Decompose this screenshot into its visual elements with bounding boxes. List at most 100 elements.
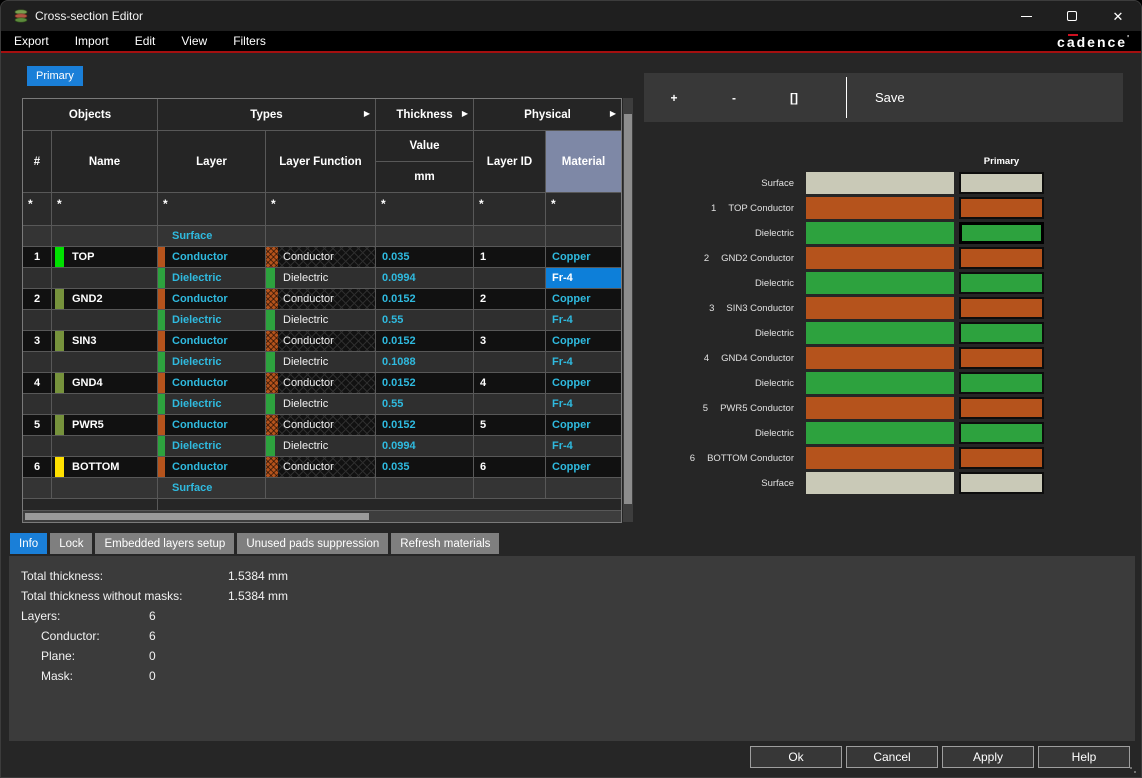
stack-bar-wide-conductor[interactable] (806, 347, 954, 369)
close-button[interactable]: ✕ (1095, 1, 1141, 31)
cell-layer[interactable]: Conductor (158, 247, 266, 267)
apply-button[interactable]: Apply (942, 746, 1034, 768)
window-resize-grip[interactable] (1130, 767, 1138, 775)
horizontal-scrollbar-thumb[interactable] (25, 513, 369, 520)
tab-lock[interactable]: Lock (50, 533, 92, 554)
column-header-num[interactable]: # (23, 131, 52, 192)
cell-thickness-value[interactable]: 0.035 (376, 247, 474, 267)
save-button[interactable]: Save (847, 90, 907, 105)
cell-material[interactable]: Copper (546, 373, 621, 393)
cell-name[interactable] (52, 352, 158, 372)
cell-layer-id[interactable] (474, 436, 546, 456)
cell-layer[interactable]: Conductor (158, 331, 266, 351)
cell-row-number[interactable] (23, 268, 52, 288)
cell-row-number[interactable]: 5 (23, 415, 52, 435)
stack-bar-wide-dielectric[interactable] (806, 322, 954, 344)
cell-material[interactable]: Copper (546, 289, 621, 309)
cell-layer-function[interactable] (266, 478, 376, 498)
cell-name[interactable]: GND2 (52, 289, 158, 309)
cell-layer-function[interactable]: Dielectric (266, 310, 376, 330)
column-header-layer-id[interactable]: Layer ID (474, 131, 546, 192)
cell-layer-function[interactable]: Dielectric (266, 352, 376, 372)
stack-bar-primary-conductor[interactable] (959, 247, 1044, 269)
cell-row-number[interactable] (23, 394, 52, 414)
cell-layer-id[interactable]: 5 (474, 415, 546, 435)
tab-unused-pads-suppression[interactable]: Unused pads suppression (237, 533, 388, 554)
cell-name[interactable]: SIN3 (52, 331, 158, 351)
stack-bar-wide-dielectric[interactable] (806, 272, 954, 294)
ok-button[interactable]: Ok (750, 746, 842, 768)
vertical-scrollbar[interactable] (623, 98, 633, 522)
cell-layer-id[interactable] (474, 478, 546, 498)
select-range-button[interactable]: [] (764, 91, 824, 105)
cell-layer-id[interactable] (474, 268, 546, 288)
cell-layer[interactable]: Conductor (158, 415, 266, 435)
stack-bar-wide-surface[interactable] (806, 172, 954, 194)
stack-bar-wide-surface[interactable] (806, 472, 954, 494)
cell-row-number[interactable]: 3 (23, 331, 52, 351)
cell-layer-id[interactable] (474, 352, 546, 372)
cell-material[interactable]: Fr-4 (546, 436, 621, 456)
cell-name[interactable]: TOP (52, 247, 158, 267)
stack-bar-primary-conductor[interactable] (959, 297, 1044, 319)
cell-row-number[interactable]: 2 (23, 289, 52, 309)
cell-row-number[interactable]: 4 (23, 373, 52, 393)
stack-bar-wide-dielectric[interactable] (806, 422, 954, 444)
cell-layer-function[interactable]: Dielectric (266, 268, 376, 288)
cell-thickness-value[interactable]: 0.0152 (376, 289, 474, 309)
add-layer-button[interactable]: + (644, 91, 704, 105)
cell-thickness-value[interactable]: 0.035 (376, 457, 474, 477)
cell-layer-id[interactable]: 6 (474, 457, 546, 477)
horizontal-scrollbar[interactable] (23, 511, 621, 522)
menu-import[interactable]: Import (62, 34, 122, 48)
stack-bar-wide-dielectric[interactable] (806, 222, 954, 244)
stack-bar-primary-conductor[interactable] (959, 197, 1044, 219)
cell-material[interactable]: Copper (546, 247, 621, 267)
cell-layer[interactable]: Dielectric (158, 352, 266, 372)
cell-layer-function[interactable]: Conductor (266, 457, 376, 477)
vertical-scrollbar-thumb[interactable] (624, 114, 632, 504)
cell-name[interactable] (52, 394, 158, 414)
cell-row-number[interactable] (23, 478, 52, 498)
expand-arrow-icon[interactable]: ▶ (462, 109, 468, 118)
cell-row-number[interactable] (23, 226, 52, 246)
filter-input-value[interactable]: * (376, 193, 474, 225)
cell-thickness-value[interactable]: 0.0152 (376, 373, 474, 393)
maximize-button[interactable] (1049, 1, 1095, 31)
menu-filters[interactable]: Filters (220, 34, 279, 48)
stack-bar-wide-conductor[interactable] (806, 197, 954, 219)
tab-info[interactable]: Info (10, 533, 47, 554)
column-header-thickness-value[interactable]: Value mm (376, 131, 474, 192)
stack-bar-wide-dielectric[interactable] (806, 372, 954, 394)
cell-row-number[interactable]: 1 (23, 247, 52, 267)
stack-bar-primary-dielectric[interactable] (959, 322, 1044, 344)
stack-bar-wide-conductor[interactable] (806, 397, 954, 419)
stack-bar-primary-surface[interactable] (959, 472, 1044, 494)
stack-bar-primary-conductor[interactable] (959, 347, 1044, 369)
column-header-layer-function[interactable]: Layer Function (266, 131, 376, 192)
filter-input-layer[interactable]: * (158, 193, 266, 225)
group-header-types[interactable]: Types▶ (158, 99, 376, 130)
column-header-name[interactable]: Name (52, 131, 158, 192)
cell-layer[interactable]: Dielectric (158, 268, 266, 288)
column-header-layer[interactable]: Layer (158, 131, 266, 192)
filter-input-num[interactable]: * (23, 193, 52, 225)
cell-layer[interactable]: Conductor (158, 373, 266, 393)
cell-layer-id[interactable]: 4 (474, 373, 546, 393)
cell-layer[interactable]: Dielectric (158, 310, 266, 330)
stack-bar-wide-conductor[interactable] (806, 447, 954, 469)
tab-primary[interactable]: Primary (27, 66, 83, 86)
cell-layer-function[interactable] (266, 226, 376, 246)
cell-row-number[interactable] (23, 436, 52, 456)
cell-thickness-value[interactable]: 0.0152 (376, 331, 474, 351)
cell-name[interactable]: BOTTOM (52, 457, 158, 477)
stack-bar-primary-surface[interactable] (959, 172, 1044, 194)
cell-material[interactable] (546, 226, 621, 246)
cell-material[interactable]: Fr-4 (546, 352, 621, 372)
remove-layer-button[interactable]: - (704, 91, 764, 105)
cell-layer-function[interactable]: Conductor (266, 289, 376, 309)
filter-input-layer-id[interactable]: * (474, 193, 546, 225)
cell-name[interactable] (52, 478, 158, 498)
cell-name[interactable] (52, 226, 158, 246)
cell-thickness-value[interactable]: 0.55 (376, 394, 474, 414)
